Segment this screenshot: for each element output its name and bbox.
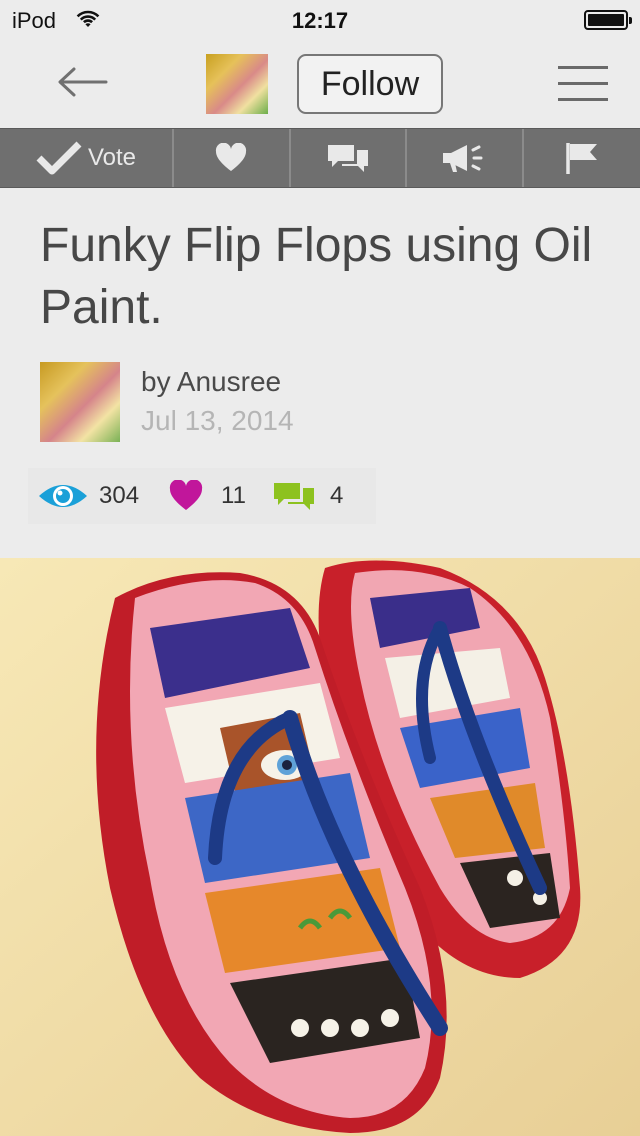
heart-icon: [169, 480, 203, 512]
share-button[interactable]: [407, 129, 524, 187]
stats-row: 304 11 4: [28, 468, 376, 524]
author-avatar[interactable]: [40, 362, 120, 442]
eye-icon: [37, 480, 89, 512]
article-title: Funky Flip Flops using Oil Paint.: [40, 219, 593, 334]
favorites-stat: 11: [139, 480, 246, 512]
comment-button[interactable]: [291, 129, 407, 187]
back-arrow-icon[interactable]: [54, 62, 110, 102]
comments-count: 4: [329, 482, 344, 509]
views-count: 304: [99, 482, 140, 509]
views-stat: 304: [28, 480, 139, 512]
nav-bar: Follow: [0, 40, 640, 128]
author-name[interactable]: by Anusree: [141, 366, 281, 398]
hamburger-menu-icon[interactable]: [558, 66, 608, 102]
flag-button[interactable]: [524, 129, 640, 187]
favorite-button[interactable]: [174, 129, 291, 187]
publish-date: Jul 13, 2014: [141, 405, 294, 436]
chat-bubbles-icon: [327, 145, 368, 172]
vote-button[interactable]: Vote: [0, 129, 174, 187]
battery-icon: [584, 10, 632, 30]
heart-icon: [216, 143, 247, 171]
status-bar: iPod 12:17: [0, 0, 640, 40]
clock: 12:17: [291, 8, 349, 33]
follow-button[interactable]: Follow: [297, 54, 443, 114]
flag-icon: [566, 143, 597, 174]
chat-bubbles-icon: [272, 480, 316, 512]
comments-stat: 4: [246, 480, 343, 512]
checkmark-icon: [36, 141, 82, 175]
action-bar: Vote: [0, 128, 640, 188]
favorites-count: 11: [221, 482, 246, 509]
vote-label: Vote: [87, 144, 137, 171]
megaphone-icon: [443, 145, 483, 172]
project-photo[interactable]: [0, 558, 640, 1136]
author-avatar-small[interactable]: [206, 54, 268, 114]
